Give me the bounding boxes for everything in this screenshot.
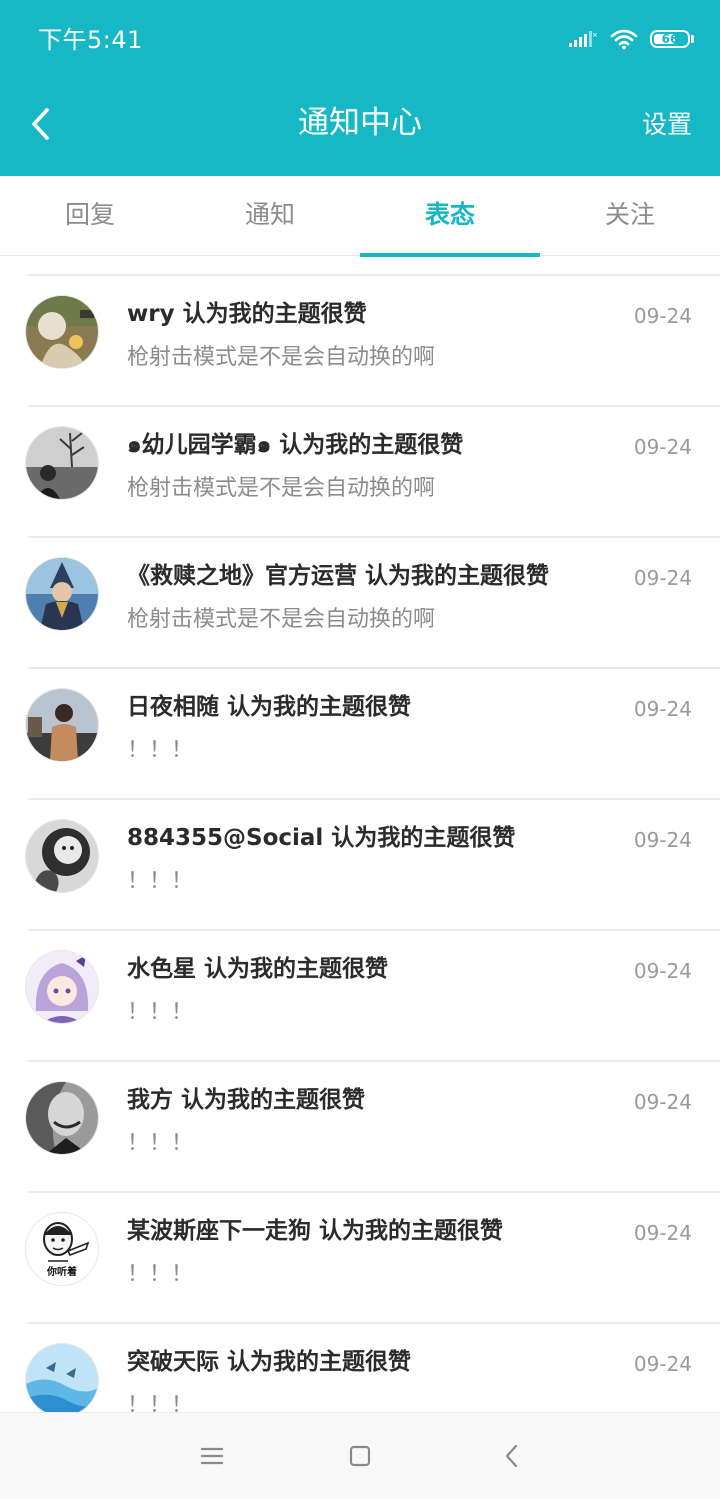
item-date: 09-24 <box>633 697 692 721</box>
avatar-caption: 你听着 <box>46 1265 77 1278</box>
avatar[interactable] <box>26 558 98 630</box>
item-subtitle: ！！！ <box>127 1262 194 1287</box>
notification-list: wry 认为我的主题很赞 09-24 枪射击模式是不是会自动换的啊 ๑幼儿园学霸… <box>0 256 720 1412</box>
item-subtitle: ！！！ <box>127 1000 194 1025</box>
app-header: 下午5:41 × 66 通知中心 设置 <box>0 0 720 176</box>
item-title: 《救赎之地》官方运营 认为我的主题很赞 <box>127 563 550 589</box>
item-subtitle: ！！！ <box>127 1131 194 1156</box>
item-date: 09-24 <box>633 304 692 328</box>
avatar[interactable] <box>26 820 98 892</box>
item-title: 突破天际 认为我的主题很赞 <box>127 1349 412 1375</box>
list-item[interactable]: 日夜相随 认为我的主题很赞 09-24 ！！！ <box>0 669 720 800</box>
avatar[interactable] <box>26 1344 98 1412</box>
home-button[interactable] <box>345 1441 375 1471</box>
item-title: 日夜相随 认为我的主题很赞 <box>127 694 412 720</box>
list-item[interactable]: ๑幼儿园学霸๑ 认为我的主题很赞 09-24 枪射击模式是不是会自动换的啊 <box>0 407 720 538</box>
item-title: 884355@Social 认为我的主题很赞 <box>127 825 516 851</box>
list-item[interactable]: 884355@Social 认为我的主题很赞 09-24 ！！！ <box>0 800 720 931</box>
avatar[interactable] <box>26 689 98 761</box>
avatar[interactable] <box>26 296 98 368</box>
signal-icon: × <box>569 31 598 47</box>
battery-level: 66 <box>661 32 679 46</box>
item-title: 我方 认为我的主题很赞 <box>127 1087 366 1113</box>
item-subtitle: ！！！ <box>127 1393 194 1412</box>
menu-button[interactable] <box>197 1441 227 1471</box>
tab-replies[interactable]: 回复 <box>0 176 180 256</box>
item-title: 水色星 认为我的主题很赞 <box>127 956 389 982</box>
status-time: 下午5:41 <box>38 26 143 54</box>
tab-notices[interactable]: 通知 <box>180 176 360 256</box>
list-item[interactable]: wry 认为我的主题很赞 09-24 枪射击模式是不是会自动换的啊 <box>0 276 720 407</box>
item-subtitle: ！！！ <box>127 738 194 763</box>
page-title: 通知中心 <box>298 105 422 141</box>
item-subtitle: 枪射击模式是不是会自动换的啊 <box>127 345 436 370</box>
avatar[interactable] <box>26 951 98 1023</box>
system-nav-bar <box>0 1412 720 1499</box>
item-title: 某波斯座下一走狗 认为我的主题很赞 <box>127 1218 504 1244</box>
item-date: 09-24 <box>633 1352 692 1376</box>
status-icons: × 66 <box>568 26 694 52</box>
tab-reactions[interactable]: 表态 <box>360 176 540 257</box>
settings-button[interactable]: 设置 <box>642 104 692 146</box>
item-date: 09-24 <box>633 1090 692 1114</box>
avatar[interactable] <box>26 427 98 499</box>
item-subtitle: 枪射击模式是不是会自动换的啊 <box>127 607 436 632</box>
list-item[interactable]: 突破天际 认为我的主题很赞 09-24 ！！！ <box>0 1324 720 1412</box>
avatar[interactable]: 你听着 <box>26 1213 98 1285</box>
item-title: wry 认为我的主题很赞 <box>127 301 367 327</box>
wifi-icon <box>610 29 638 50</box>
back-triangle-icon <box>505 1444 518 1468</box>
list-item[interactable]: 水色星 认为我的主题很赞 09-24 ！！！ <box>0 931 720 1062</box>
menu-icon <box>200 1447 224 1465</box>
item-date: 09-24 <box>633 1221 692 1245</box>
list-item[interactable]: 你听着 某波斯座下一走狗 认为我的主题很赞 09-24 ！！！ <box>0 1193 720 1324</box>
item-date: 09-24 <box>633 959 692 983</box>
nav-back-button[interactable] <box>497 1441 527 1471</box>
item-date: 09-24 <box>633 828 692 852</box>
item-subtitle: ！！！ <box>127 869 194 894</box>
item-subtitle: 枪射击模式是不是会自动换的啊 <box>127 476 436 501</box>
item-date: 09-24 <box>633 435 692 459</box>
battery-icon: 66 <box>650 30 690 48</box>
tab-follows[interactable]: 关注 <box>540 176 720 256</box>
avatar[interactable] <box>26 1082 98 1154</box>
battery-tip <box>691 35 694 43</box>
item-title: ๑幼儿园学霸๑ 认为我的主题很赞 <box>127 432 464 458</box>
item-date: 09-24 <box>633 566 692 590</box>
svg-text:×: × <box>592 31 598 39</box>
list-item[interactable]: 《救赎之地》官方运营 认为我的主题很赞 09-24 枪射击模式是不是会自动换的啊 <box>0 538 720 669</box>
home-square-icon <box>349 1445 371 1467</box>
tab-bar: 回复 通知 表态 关注 <box>0 176 720 257</box>
list-item[interactable]: 我方 认为我的主题很赞 09-24 ！！！ <box>0 1062 720 1193</box>
